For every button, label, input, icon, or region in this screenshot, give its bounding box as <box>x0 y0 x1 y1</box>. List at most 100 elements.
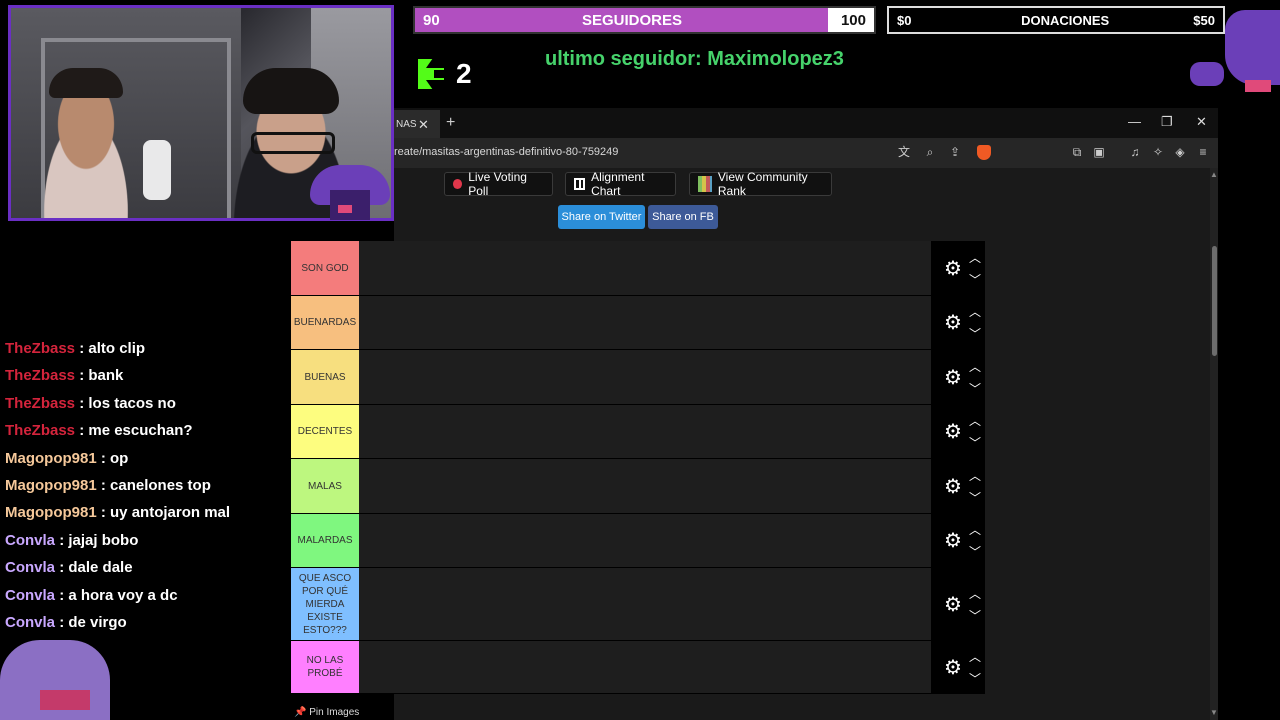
move-up-icon[interactable]: ︿ <box>969 521 981 538</box>
move-up-icon[interactable]: ︿ <box>969 358 981 375</box>
chat-message: Magopop981 : uy antojaron mal <box>5 504 230 521</box>
gear-icon[interactable]: ⚙ <box>943 531 963 551</box>
pin-images-toggle[interactable]: 📌 Pin Images <box>294 707 359 718</box>
tier-label[interactable]: QUE ASCO POR QUÉ MIERDA EXISTE ESTO??? <box>291 568 359 640</box>
tier-label[interactable]: NO LAS PROBÉ <box>291 641 359 693</box>
move-down-icon[interactable]: ﹀ <box>969 607 981 624</box>
move-up-icon[interactable]: ︿ <box>969 585 981 602</box>
brave-shield-icon[interactable] <box>977 145 991 160</box>
tier-controls: ⚙ ︿ ﹀ <box>931 568 985 640</box>
chat-message: Magopop981 : canelones top <box>5 477 211 494</box>
tier-drop-area[interactable] <box>359 459 931 513</box>
move-down-icon[interactable]: ﹀ <box>969 670 981 687</box>
tab-tierlist[interactable]: NAS ✕ <box>394 110 440 138</box>
move-up-icon[interactable]: ︿ <box>969 467 981 484</box>
chat-text: : alto clip <box>79 340 146 357</box>
tier-label[interactable]: SON GOD <box>291 241 359 295</box>
followers-goal-bar: 90 SEGUIDORES 100 <box>413 6 876 34</box>
close-window-icon[interactable]: ✕ <box>1196 114 1207 130</box>
ai-icon[interactable]: ✧ <box>1151 145 1165 159</box>
reader-icon[interactable]: ▣ <box>1092 145 1106 159</box>
gear-icon[interactable]: ⚙ <box>943 313 963 333</box>
vpn-icon[interactable]: ◈ <box>1173 145 1187 159</box>
gear-icon[interactable]: ⚙ <box>943 422 963 442</box>
gear-icon[interactable]: ⚙ <box>943 368 963 388</box>
chat-message: Convla : dale dale <box>5 559 133 576</box>
scrollbar[interactable]: ▲ ▼ <box>1210 168 1218 720</box>
chat-username: Convla <box>5 586 56 604</box>
chat-text: : bank <box>79 367 124 385</box>
maximize-icon[interactable]: ❐ <box>1161 114 1173 130</box>
tier-drop-area[interactable] <box>359 514 931 567</box>
move-up-icon[interactable]: ︿ <box>969 648 981 665</box>
scroll-down-icon[interactable]: ▼ <box>1210 708 1218 717</box>
tier-row: NO LAS PROBÉ ⚙ ︿ ﹀ <box>291 641 985 694</box>
tier-row: MALAS ⚙ ︿ ﹀ <box>291 459 985 514</box>
scroll-up-icon[interactable]: ▲ <box>1210 170 1218 179</box>
move-down-icon[interactable]: ﹀ <box>969 325 981 342</box>
scroll-thumb[interactable] <box>1212 246 1217 356</box>
kick-logo-icon <box>418 59 444 89</box>
move-down-icon[interactable]: ﹀ <box>969 434 981 451</box>
share-twitter-button[interactable]: Share on Twitter <box>558 205 645 229</box>
gear-icon[interactable]: ⚙ <box>943 477 963 497</box>
move-up-icon[interactable]: ︿ <box>969 412 981 429</box>
move-down-icon[interactable]: ﹀ <box>969 380 981 397</box>
community-rank-button[interactable]: View Community Rank <box>689 170 832 198</box>
chat-username: Convla <box>5 559 56 577</box>
tier-row: SON GOD ⚙ ︿ ﹀ <box>291 241 985 296</box>
menu-icon[interactable]: ≡ <box>1196 145 1210 159</box>
tier-label[interactable]: BUENARDAS <box>291 296 359 349</box>
share-icon[interactable]: ⇪ <box>948 145 962 159</box>
tier-drop-area[interactable] <box>359 568 931 640</box>
extensions-icon[interactable]: ⧉ <box>1070 145 1084 159</box>
tab-title: NAS <box>396 118 417 130</box>
move-down-icon[interactable]: ﹀ <box>969 543 981 560</box>
tier-controls: ⚙ ︿ ﹀ <box>931 641 985 693</box>
share-fb-button[interactable]: Share on FB <box>648 205 718 229</box>
move-down-icon[interactable]: ﹀ <box>969 489 981 506</box>
url-field[interactable]: reate/masitas-argentinas-definitivo-80-7… <box>394 146 618 158</box>
media-icon[interactable]: ♫ <box>1128 145 1142 159</box>
stream-overlay: 90 SEGUIDORES 100 $0 DONACIONES $50 2 ul… <box>0 0 1280 720</box>
tier-controls: ⚙ ︿ ﹀ <box>931 350 985 404</box>
tier-label[interactable]: DECENTES <box>291 405 359 458</box>
chat-username: TheZbass <box>5 367 76 385</box>
tier-controls: ⚙ ︿ ﹀ <box>931 514 985 567</box>
donations-label: DONACIONES <box>1021 12 1110 28</box>
tier-drop-area[interactable] <box>359 405 931 458</box>
chat-message: TheZbass : bank <box>5 367 123 384</box>
tier-drop-area[interactable] <box>359 296 931 349</box>
alignment-chart-button[interactable]: Alignment Chart <box>565 170 676 198</box>
gear-icon[interactable]: ⚙ <box>943 595 963 615</box>
chat-username: TheZbass <box>5 394 76 412</box>
community-rank-label: View Community Rank <box>717 170 808 198</box>
move-down-icon[interactable]: ﹀ <box>969 271 981 288</box>
tier-label[interactable]: MALAS <box>291 459 359 513</box>
tier-drop-area[interactable] <box>359 350 931 404</box>
tier-drop-area[interactable] <box>359 641 931 693</box>
minimize-icon[interactable]: — <box>1128 114 1141 129</box>
new-tab-icon[interactable]: + <box>446 114 455 132</box>
chat-username: Magopop981 <box>5 477 97 494</box>
chat-text: : a hora voy a dc <box>59 586 178 604</box>
tab-close-icon[interactable]: ✕ <box>418 117 429 133</box>
chat-text: : me escuchan? <box>79 422 193 440</box>
record-icon <box>453 179 463 189</box>
tier-controls: ⚙ ︿ ﹀ <box>931 241 985 295</box>
tier-row: DECENTES ⚙ ︿ ﹀ <box>291 405 985 459</box>
tier-controls: ⚙ ︿ ﹀ <box>931 296 985 349</box>
tier-label[interactable]: BUENAS <box>291 350 359 404</box>
chat-text: : uy antojaron mal <box>100 504 231 522</box>
move-up-icon[interactable]: ︿ <box>969 303 981 320</box>
tier-label[interactable]: MALARDAS <box>291 514 359 567</box>
live-voting-button[interactable]: Live Voting Poll <box>444 170 553 198</box>
kick-viewer-count: 2 <box>418 58 472 90</box>
move-up-icon[interactable]: ︿ <box>969 249 981 266</box>
chat-username: TheZbass <box>5 422 76 440</box>
tier-drop-area[interactable] <box>359 241 931 295</box>
gear-icon[interactable]: ⚙ <box>943 259 963 279</box>
translate-icon[interactable]: 文 <box>897 145 911 159</box>
zoom-icon[interactable]: ⌕ <box>923 145 937 159</box>
gear-icon[interactable]: ⚙ <box>943 658 963 678</box>
